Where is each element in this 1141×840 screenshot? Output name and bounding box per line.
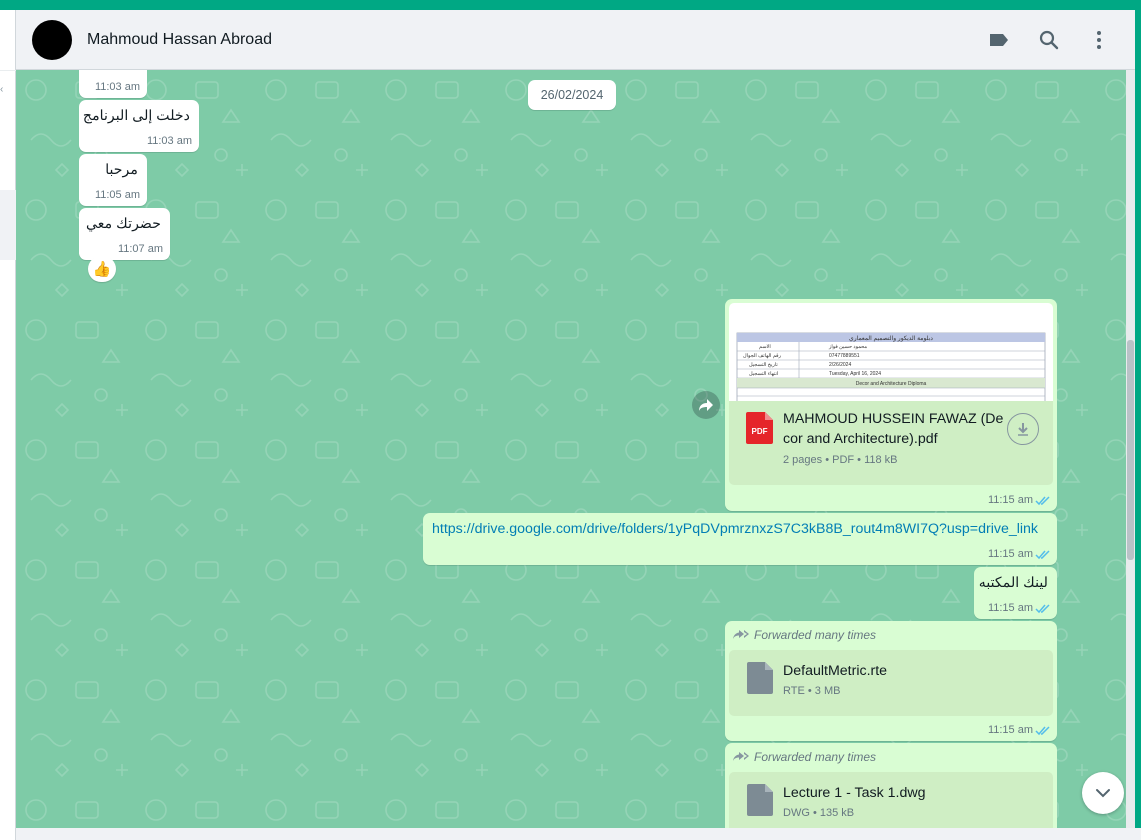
- outgoing-forwarded-file[interactable]: Forwarded many times DefaultMetric.rte R…: [725, 621, 1057, 741]
- selected-chat-item[interactable]: [0, 190, 16, 260]
- outgoing-link-message[interactable]: https://drive.google.com/drive/folders/1…: [423, 513, 1057, 565]
- chat-header: Mahmoud Hassan Abroad: [16, 10, 1135, 70]
- scroll-to-bottom-button[interactable]: [1082, 772, 1124, 814]
- contact-name[interactable]: Mahmoud Hassan Abroad: [87, 31, 272, 49]
- search-icon[interactable]: [1033, 25, 1065, 55]
- app-top-strip: [0, 0, 1141, 10]
- thumb-row-label: تاريخ التسجيل: [749, 362, 778, 368]
- collapse-chevron-icon[interactable]: ‹: [0, 84, 3, 95]
- composer-bar-edge: [16, 828, 1141, 840]
- chat-pane[interactable]: 26/02/2024 11:03 am دخلت إلى البرنامج 11…: [16, 70, 1126, 828]
- message-text: مرحبا: [105, 162, 138, 178]
- thumb-row-label: رقم الهاتف الجوال: [743, 353, 782, 359]
- thumb-row-value: 07477889551: [829, 353, 860, 359]
- forwarded-label: Forwarded many times: [733, 628, 876, 642]
- message-time: 11:07 am: [117, 243, 163, 255]
- file-card[interactable]: Lecture 1 - Task 1.dwg DWG • 135 kB: [729, 772, 1053, 828]
- message-time: 11:15 am: [987, 724, 1033, 736]
- pdf-icon: PDF: [746, 412, 773, 444]
- thumb-section: Decor and Architecture Diploma: [856, 381, 927, 387]
- file-name: DefaultMetric.rte: [783, 663, 888, 679]
- message-text: دخلت إلى البرنامج: [82, 108, 190, 124]
- reaction-badge[interactable]: 👍: [88, 256, 116, 282]
- scrollbar-thumb[interactable]: [1127, 340, 1134, 560]
- file-name: Lecture 1 - Task 1.dwg: [783, 785, 926, 801]
- message-time: 11:15 am: [987, 494, 1033, 506]
- forwarded-text: Forwarded many times: [754, 628, 877, 642]
- file-icon: [747, 662, 773, 699]
- forwarded-icon: [733, 752, 749, 761]
- download-icon[interactable]: [1007, 413, 1039, 445]
- chevron-down-icon: [1096, 789, 1110, 798]
- outgoing-document-message[interactable]: دبلومة الديكور والتصميم المعماري محمود ح…: [725, 299, 1057, 511]
- label-icon[interactable]: [983, 25, 1015, 55]
- message-time: 11:03 am: [94, 81, 140, 93]
- incoming-message[interactable]: دخلت إلى البرنامج 11:03 am: [79, 100, 199, 152]
- forwarded-icon: [733, 630, 749, 639]
- incoming-message[interactable]: مرحبا 11:05 am: [79, 154, 147, 206]
- file-name-continued: cor and Architecture).pdf: [783, 431, 938, 447]
- message-time: 11:05 am: [94, 189, 140, 201]
- document-thumbnail[interactable]: دبلومة الديكور والتصميم المعماري محمود ح…: [729, 303, 1053, 401]
- file-icon: [747, 784, 773, 821]
- drive-link[interactable]: https://drive.google.com/drive/folders/1…: [432, 521, 1038, 537]
- read-ticks-icon: [1035, 550, 1050, 560]
- file-card[interactable]: DefaultMetric.rte RTE • 3 MB: [729, 650, 1053, 716]
- chat-list-panel-edge: ‹: [0, 10, 16, 840]
- panel-divider: [0, 70, 16, 71]
- document-preview: دبلومة الديكور والتصميم المعماري محمود ح…: [736, 332, 1046, 401]
- message-text: لينك المكتبه: [978, 575, 1048, 591]
- forward-icon[interactable]: [692, 391, 720, 419]
- forwarded-label: Forwarded many times: [733, 750, 876, 764]
- chat-scrollbar[interactable]: [1126, 70, 1135, 828]
- file-meta: DWG • 135 kB: [783, 807, 855, 819]
- thumb-row-label: الاسم: [759, 344, 771, 350]
- read-ticks-icon: [1035, 496, 1050, 506]
- file-name: MAHMOUD HUSSEIN FAWAZ (De: [783, 411, 1004, 427]
- outgoing-forwarded-file[interactable]: Forwarded many times Lecture 1 - Task 1.…: [725, 743, 1057, 828]
- thumb-row-value: 2/26/2024: [829, 362, 851, 368]
- message-time: 11:15 am: [987, 602, 1033, 614]
- file-meta: RTE • 3 MB: [783, 685, 841, 697]
- header-actions: [983, 25, 1115, 55]
- message-text: حضرتك معي: [85, 216, 161, 232]
- contact-avatar[interactable]: [32, 19, 72, 60]
- pdf-icon-label: PDF: [752, 427, 768, 436]
- thumb-row-value: محمود حسين فواز: [828, 344, 867, 350]
- incoming-message[interactable]: 11:03 am: [79, 70, 147, 98]
- message-time: 11:15 am: [987, 548, 1033, 560]
- incoming-message[interactable]: حضرتك معي 11:07 am: [79, 208, 170, 260]
- file-meta: 2 pages • PDF • 118 kB: [783, 454, 898, 466]
- read-ticks-icon: [1035, 726, 1050, 736]
- app-right-edge: [1135, 10, 1141, 840]
- outgoing-message[interactable]: لينك المكتبه 11:15 am: [974, 567, 1057, 619]
- read-ticks-icon: [1035, 604, 1050, 614]
- thumb-row-value: Tuesday, April 16, 2024: [829, 371, 881, 377]
- thumb-row-label: انتهاء التسجيل: [749, 371, 778, 377]
- message-time: 11:03 am: [146, 135, 192, 147]
- document-card[interactable]: PDF MAHMOUD HUSSEIN FAWAZ (De cor and Ar…: [729, 401, 1053, 485]
- date-chip: 26/02/2024: [528, 80, 616, 110]
- menu-icon[interactable]: [1083, 25, 1115, 55]
- thumb-title: دبلومة الديكور والتصميم المعماري: [849, 335, 933, 342]
- forwarded-text: Forwarded many times: [754, 750, 877, 764]
